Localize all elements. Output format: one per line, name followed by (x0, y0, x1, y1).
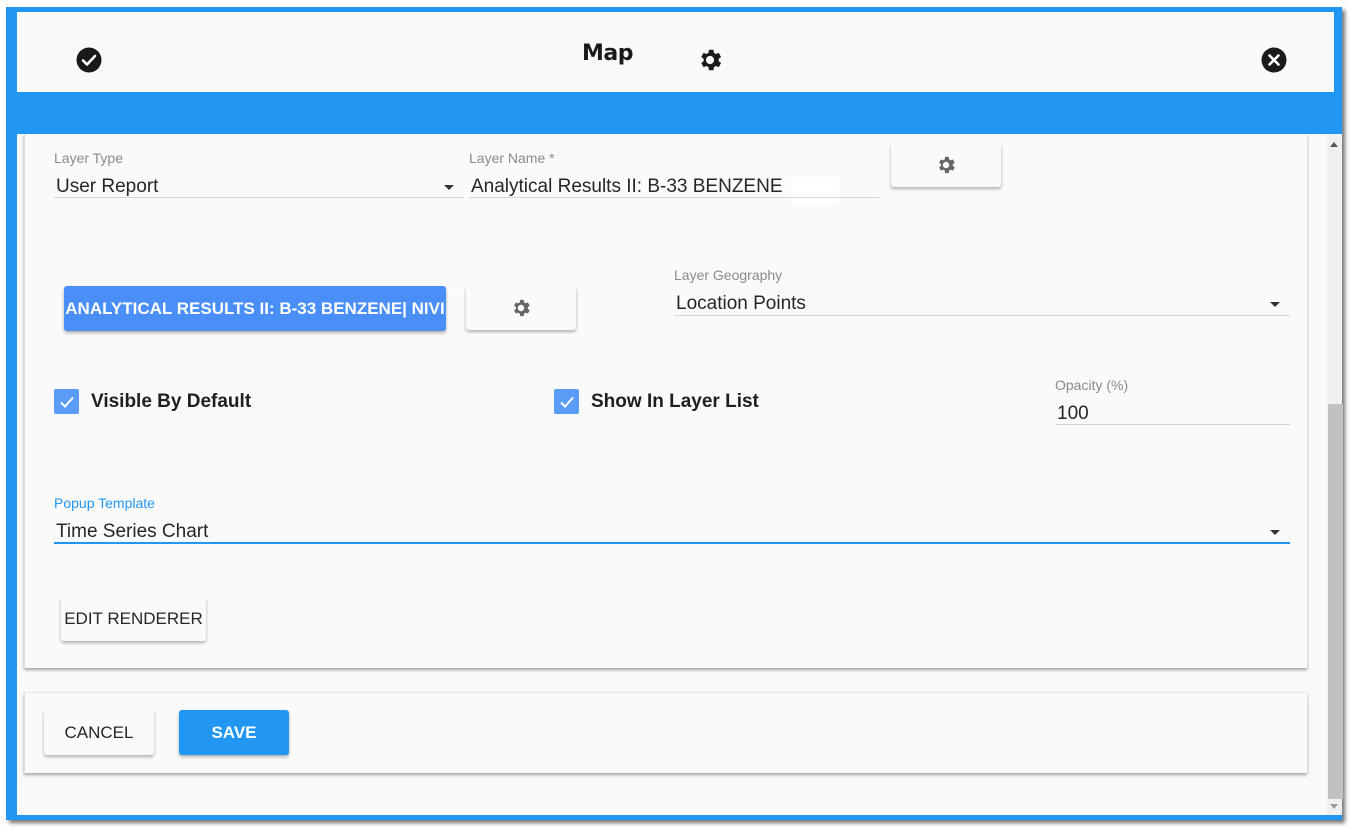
layer-type-label: Layer Type (54, 150, 124, 166)
dialog-actions: CANCEL SAVE (24, 693, 1307, 773)
vertical-scrollbar[interactable] (1327, 134, 1343, 815)
checkbox-checked[interactable] (554, 389, 579, 414)
scroll-thumb[interactable] (1328, 404, 1343, 799)
layer-geography-select[interactable]: Layer Geography Location Points (674, 267, 1290, 316)
map-layer-dialog: Map Layer Type User Report Layer Name * … (6, 7, 1343, 820)
layer-geography-label: Layer Geography (674, 267, 783, 283)
gear-icon[interactable] (696, 46, 724, 74)
text-cursor-highlight (791, 177, 839, 204)
check-circle-icon[interactable] (76, 47, 102, 73)
opacity-input[interactable]: Opacity (%) 100 (1055, 377, 1290, 425)
close-circle-icon[interactable] (1261, 47, 1287, 73)
dialog-content: Layer Type User Report Layer Name * Anal… (17, 134, 1327, 815)
chevron-down-icon (1270, 530, 1280, 535)
layer-type-select[interactable]: Layer Type User Report (54, 150, 464, 198)
title-bar: Map (17, 12, 1334, 92)
show-in-layer-list-label: Show In Layer List (591, 390, 759, 412)
gear-icon (514, 299, 530, 317)
cancel-button[interactable]: CANCEL (44, 710, 154, 755)
report-select-button[interactable]: ANALYTICAL RESULTS II: B-33 BENZENE| NIV… (64, 286, 446, 331)
opacity-value: 100 (1057, 403, 1089, 424)
popup-template-value: Time Series Chart (56, 521, 209, 542)
layer-name-label: Layer Name * (469, 150, 555, 166)
edit-renderer-button[interactable]: EDIT RENDERER (61, 597, 206, 641)
popup-template-label: Popup Template (54, 495, 155, 511)
field-underline (1055, 424, 1290, 425)
field-underline (469, 197, 879, 198)
gear-icon (939, 156, 955, 174)
visible-by-default-label: Visible By Default (91, 390, 252, 412)
visible-by-default-checkbox[interactable]: Visible By Default (54, 389, 251, 414)
field-underline (54, 542, 1290, 544)
report-settings-button[interactable] (466, 286, 576, 330)
field-underline (674, 315, 1290, 316)
dialog-title: Map (582, 41, 634, 66)
checkbox-checked[interactable] (54, 389, 79, 414)
layer-type-value: User Report (56, 176, 159, 197)
field-underline (54, 197, 464, 198)
popup-template-select[interactable]: Popup Template Time Series Chart (54, 495, 1290, 544)
scroll-up-arrow-icon[interactable] (1330, 142, 1338, 147)
layer-name-settings-button[interactable] (891, 143, 1001, 187)
layer-name-input[interactable]: Layer Name * Analytical Results II: B-33… (469, 150, 879, 204)
save-button[interactable]: SAVE (179, 710, 289, 755)
check-icon (559, 396, 574, 408)
opacity-label: Opacity (%) (1055, 377, 1129, 393)
layer-settings-card: Layer Type User Report Layer Name * Anal… (24, 134, 1307, 668)
layer-geography-value: Location Points (676, 293, 806, 314)
chevron-down-icon (444, 185, 454, 190)
show-in-layer-list-checkbox[interactable]: Show In Layer List (554, 389, 759, 414)
layer-name-value: Analytical Results II: B-33 BENZENE (471, 176, 783, 197)
scroll-down-arrow-icon[interactable] (1330, 804, 1338, 809)
check-icon (59, 396, 74, 408)
chevron-down-icon (1270, 302, 1280, 307)
